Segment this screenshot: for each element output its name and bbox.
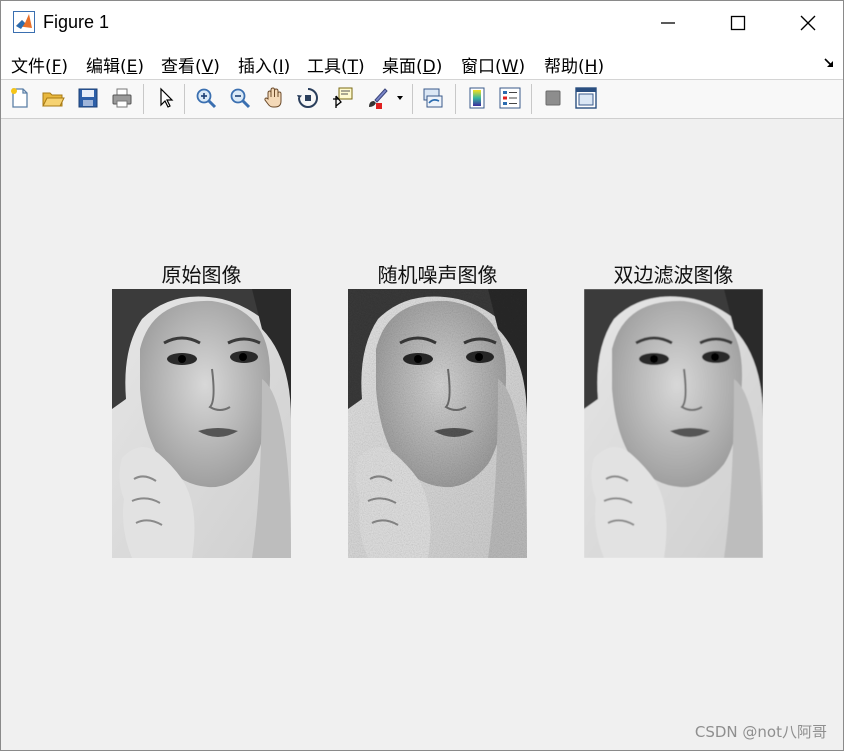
- toolbar-separator: [455, 84, 456, 114]
- pan-hand-icon: [264, 87, 282, 108]
- print-button[interactable]: [108, 84, 136, 112]
- colorbar-icon: [469, 87, 485, 109]
- toolbar-separator: [412, 84, 413, 114]
- toolbar-separator: [143, 84, 144, 114]
- link-plot-button[interactable]: [419, 84, 447, 112]
- brush-dropdown-icon: [397, 96, 403, 100]
- title-bar[interactable]: Figure 1: [1, 1, 843, 45]
- zoom-in-icon: [196, 88, 217, 109]
- matlab-logo-icon: [13, 11, 35, 33]
- zoom-out-icon: [230, 88, 251, 109]
- brush-icon: [369, 88, 388, 109]
- figure-toolbar: [1, 80, 843, 119]
- select-button[interactable]: [152, 84, 180, 112]
- menu-desktop[interactable]: 桌面(D): [382, 52, 442, 77]
- menu-tools[interactable]: 工具(T): [307, 52, 365, 77]
- open-file-icon: [42, 92, 65, 107]
- toolbar-separator: [184, 84, 185, 114]
- brush-dropdown-button[interactable]: [393, 84, 407, 112]
- link-plot-icon: [423, 88, 443, 108]
- pan-button[interactable]: [260, 84, 288, 112]
- window-title: Figure 1: [43, 12, 110, 32]
- figure-window: Figure 1 文件(F) 编辑(E) 查看(V) 插入(I) 工具(T) 桌…: [0, 0, 844, 751]
- dock-figure-icon[interactable]: [823, 57, 835, 69]
- menu-help[interactable]: 帮助(H): [544, 52, 604, 77]
- noisy-image: [348, 289, 527, 558]
- rotate-3d-icon: [297, 88, 318, 108]
- hide-plot-tools-icon: [545, 90, 561, 106]
- zoom-in-button[interactable]: [192, 84, 220, 112]
- new-figure-icon: [11, 88, 28, 108]
- maximize-button[interactable]: [703, 1, 773, 45]
- legend-button[interactable]: [496, 84, 524, 112]
- menu-bar: 文件(F) 编辑(E) 查看(V) 插入(I) 工具(T) 桌面(D) 窗口(W…: [1, 45, 843, 80]
- save-button[interactable]: [74, 84, 102, 112]
- close-icon: [800, 15, 816, 31]
- select-arrow-icon: [160, 87, 174, 108]
- bilateral-filtered-image: [584, 289, 763, 558]
- subplot-title-noisy: 随机噪声图像: [377, 263, 498, 287]
- menu-insert[interactable]: 插入(I): [238, 52, 290, 77]
- toolbar-separator: [531, 84, 532, 114]
- close-button[interactable]: [773, 1, 843, 45]
- print-icon: [112, 88, 132, 108]
- menu-window[interactable]: 窗口(W): [461, 52, 525, 77]
- subplot-title-bilateral: 双边滤波图像: [613, 263, 734, 287]
- show-plot-tools-icon: [575, 87, 597, 109]
- data-cursor-icon: [333, 87, 353, 108]
- minimize-icon: [661, 22, 675, 24]
- maximize-icon: [730, 15, 746, 31]
- data-cursor-button[interactable]: [328, 84, 356, 112]
- hide-plot-tools-button[interactable]: [539, 84, 567, 112]
- original-image: [112, 289, 291, 558]
- open-file-button[interactable]: [39, 84, 67, 112]
- colorbar-button[interactable]: [463, 84, 491, 112]
- zoom-out-button[interactable]: [226, 84, 254, 112]
- subplot-title-original: 原始图像: [161, 263, 242, 287]
- minimize-button[interactable]: [633, 1, 703, 45]
- watermark-text: CSDN @not八阿哥: [694, 723, 827, 741]
- menu-edit[interactable]: 编辑(E): [86, 52, 144, 77]
- menu-view[interactable]: 查看(V): [161, 52, 220, 77]
- rotate-3d-button[interactable]: [294, 84, 322, 112]
- save-icon: [78, 88, 98, 108]
- menu-file[interactable]: 文件(F): [11, 52, 68, 77]
- new-figure-button[interactable]: [6, 84, 34, 112]
- show-plot-tools-button[interactable]: [572, 84, 600, 112]
- legend-icon: [499, 87, 521, 109]
- brush-button[interactable]: [363, 84, 391, 112]
